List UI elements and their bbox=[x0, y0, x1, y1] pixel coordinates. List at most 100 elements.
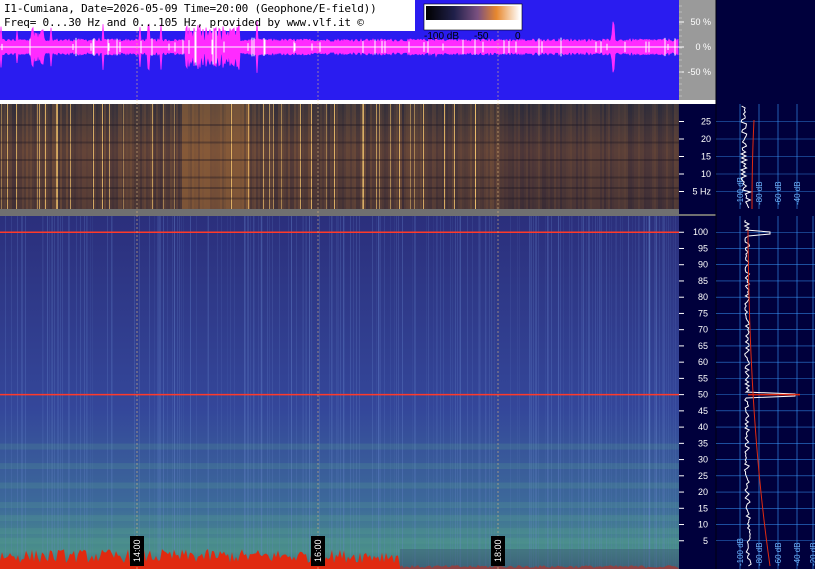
spectrogram-low-column bbox=[500, 104, 502, 209]
high-axis-tick-label: 95 bbox=[698, 243, 708, 253]
spectrogram-low-band bbox=[0, 197, 679, 200]
spectrogram-low-column bbox=[18, 104, 20, 209]
spectrum-side-panel: -100 dB -80 dB -60 dB -40 dB-100 dB -80 dB -6… bbox=[715, 0, 815, 569]
spectrogram-high-band bbox=[0, 502, 679, 509]
spectrogram-low-column bbox=[658, 104, 660, 209]
spectrogram-low-column bbox=[146, 104, 148, 209]
spectrogram-low-column bbox=[572, 104, 574, 209]
spectrogram-low-streak bbox=[263, 104, 264, 209]
spectrogram-low-streak bbox=[248, 104, 249, 209]
high-axis-tick-label: 75 bbox=[698, 308, 708, 318]
spectrogram-low-column bbox=[654, 104, 656, 209]
spectrogram-low-column bbox=[110, 104, 112, 209]
spectrogram-low-column bbox=[458, 104, 460, 209]
spectrogram-low-column bbox=[140, 104, 142, 209]
spectrogram-low-column bbox=[120, 104, 122, 209]
spectrogram-low-column bbox=[672, 104, 674, 209]
spectrogram-low-column bbox=[34, 104, 36, 209]
spectrogram-low-column bbox=[254, 104, 256, 209]
spectrogram-low-column bbox=[622, 104, 624, 209]
spectrogram-low-column bbox=[322, 104, 324, 209]
spectrogram-low-column bbox=[276, 104, 278, 209]
spectrogram-low-column bbox=[430, 104, 432, 209]
spectrogram-low-column bbox=[60, 104, 62, 209]
spectrogram-low-column bbox=[586, 104, 588, 209]
side-high-tick-label: -100 dB bbox=[736, 538, 745, 566]
spectrogram-low-column bbox=[94, 104, 96, 209]
spectrogram-low-column bbox=[28, 104, 30, 209]
spectrogram-low-column bbox=[604, 104, 606, 209]
spectrogram-low-column bbox=[538, 104, 540, 209]
spectrogram-low-column bbox=[104, 104, 106, 209]
spectrogram-low-column bbox=[368, 104, 370, 209]
spectrogram-low-column bbox=[360, 104, 362, 209]
spectrogram-low-column bbox=[606, 104, 608, 209]
spectrogram-low-column bbox=[274, 104, 276, 209]
spectrogram-low-column bbox=[314, 104, 316, 209]
spectrogram-low-column bbox=[388, 104, 390, 209]
spectrogram-low-column bbox=[434, 104, 436, 209]
spectrogram-low-column bbox=[158, 104, 160, 209]
spectrogram-low-column bbox=[342, 104, 344, 209]
high-axis-tick-label: 65 bbox=[698, 341, 708, 351]
spectrogram-low-column bbox=[196, 104, 198, 209]
spectrogram-low-column bbox=[514, 104, 516, 209]
spectrogram-low-column bbox=[600, 104, 602, 209]
spectrogram-low-column bbox=[402, 104, 404, 209]
spectrogram-low-column bbox=[238, 104, 240, 209]
high-axis-tick-label: 70 bbox=[698, 325, 708, 335]
spectrogram-low-column bbox=[212, 104, 214, 209]
spectrogram-low-column bbox=[416, 104, 418, 209]
spectrogram-low-column bbox=[472, 104, 474, 209]
high-axis-tick-label: 55 bbox=[698, 373, 708, 383]
spectrogram-low-column bbox=[282, 104, 284, 209]
spectrogram-low-column bbox=[352, 104, 354, 209]
spectrogram-low-column bbox=[446, 104, 448, 209]
spectrogram-low-column bbox=[32, 104, 34, 209]
spectrogram-low-column bbox=[242, 104, 244, 209]
spectrogram-low-column bbox=[338, 104, 340, 209]
spectrogram-low-column bbox=[438, 104, 440, 209]
spectrogram-low-column bbox=[518, 104, 520, 209]
spectrogram-low-column bbox=[616, 104, 618, 209]
spectrogram-low-column bbox=[450, 104, 452, 209]
spectrogram-low-column bbox=[214, 104, 216, 209]
spectrogram-low-column bbox=[424, 104, 426, 209]
spectrogram-low-streak bbox=[423, 104, 424, 209]
spectrogram-high-band bbox=[0, 482, 679, 489]
spectrogram-low-streak bbox=[57, 104, 58, 209]
spectrogram-low-column bbox=[130, 104, 132, 209]
spectrogram-low-streak bbox=[273, 104, 274, 209]
spectrogram-low-column bbox=[304, 104, 306, 209]
spectrogram-low-column bbox=[512, 104, 514, 209]
spectrogram-low-column bbox=[100, 104, 102, 209]
spectrogram-low-column bbox=[328, 104, 330, 209]
spectrogram-low-column bbox=[114, 104, 116, 209]
high-axis-tick-label: 50 bbox=[698, 390, 708, 400]
spectrogram-low-streak bbox=[39, 104, 40, 209]
spectrogram-low-column bbox=[482, 104, 484, 209]
spectrogram-low-column bbox=[78, 104, 80, 209]
spectrogram-low-streak bbox=[414, 104, 415, 209]
high-axis-tick-label: 20 bbox=[698, 487, 708, 497]
spectrogram-low-band bbox=[0, 187, 679, 189]
spectrogram-low-column bbox=[656, 104, 658, 209]
spectrogram-high-band bbox=[0, 515, 679, 522]
low-axis-tick-label: 20 bbox=[701, 134, 711, 144]
spectrogram-low-column bbox=[80, 104, 82, 209]
spectrogram-low-column bbox=[346, 104, 348, 209]
high-axis-tick-label: 85 bbox=[698, 276, 708, 286]
spectrogram-low-column bbox=[614, 104, 616, 209]
spectrogram-low-column bbox=[116, 104, 118, 209]
spectrogram-low-column bbox=[12, 104, 14, 209]
spectrogram-low-column bbox=[64, 104, 66, 209]
spectrogram-low-column bbox=[554, 104, 556, 209]
high-axis-tick-label: 30 bbox=[698, 455, 708, 465]
spectrogram-low-column bbox=[220, 104, 222, 209]
spectrogram-low-column bbox=[520, 104, 522, 209]
colorbar-label-max: 0 bbox=[515, 31, 521, 42]
spectrogram-low-column bbox=[332, 104, 334, 209]
spectrogram-low-streak bbox=[7, 104, 8, 209]
spectrogram-low-column bbox=[24, 104, 26, 209]
spectrogram-low-column bbox=[312, 104, 314, 209]
